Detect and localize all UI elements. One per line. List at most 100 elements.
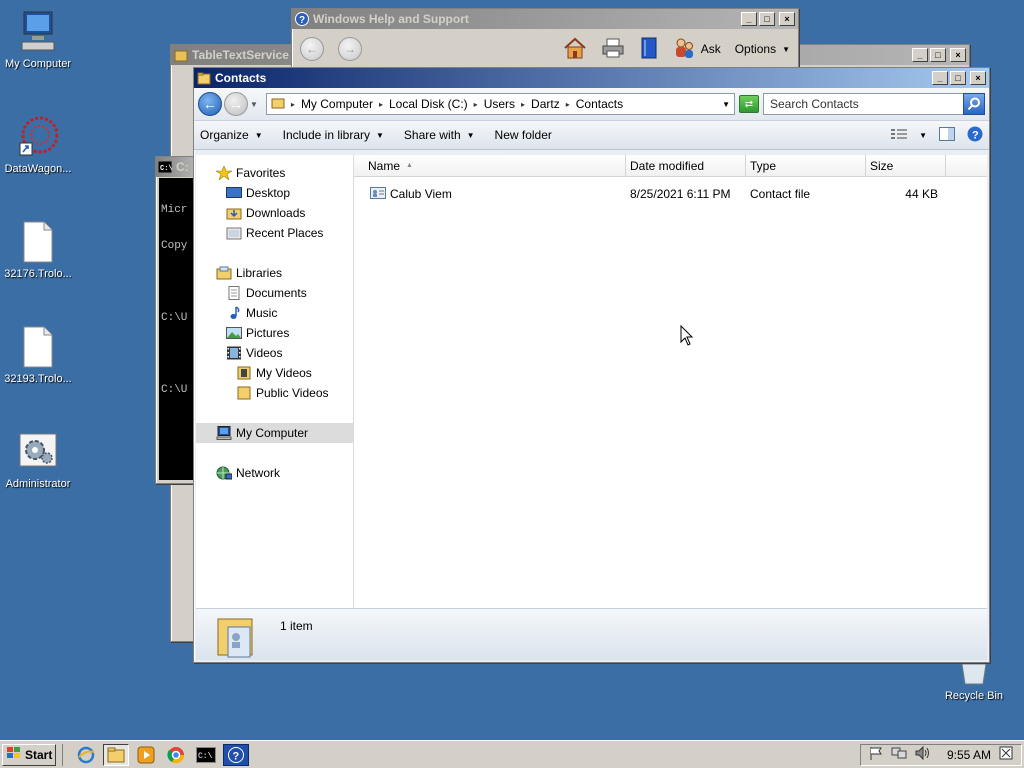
recent-pages-dropdown[interactable]: ▼	[250, 100, 258, 109]
include-in-library-button[interactable]: Include in library ▼	[283, 128, 384, 142]
address-history-dropdown[interactable]: ▼	[722, 100, 730, 109]
breadcrumb-my-computer[interactable]: My Computer	[301, 97, 373, 111]
network-tray-icon[interactable]	[891, 746, 907, 763]
nav-pictures[interactable]: Pictures	[196, 323, 353, 343]
new-folder-button[interactable]: New folder	[495, 128, 552, 142]
chevron-right-icon[interactable]: ▸	[379, 100, 383, 109]
explorer-titlebar[interactable]: Contacts _ □ ×	[194, 68, 989, 88]
command-prompt-titlebar[interactable]: C:\ C:	[156, 157, 196, 177]
command-prompt-taskbar-icon[interactable]: C:\	[193, 744, 219, 766]
back-button[interactable]: ←	[198, 92, 222, 116]
organize-button[interactable]: Organize ▼	[200, 128, 263, 142]
nav-desktop[interactable]: Desktop	[196, 183, 353, 203]
chevron-right-icon[interactable]: ▸	[566, 100, 570, 109]
address-bar[interactable]: ▸ My Computer ▸ Local Disk (C:) ▸ Users …	[265, 93, 735, 115]
window-title: Contacts	[215, 71, 267, 85]
internet-explorer-icon[interactable]	[73, 744, 99, 766]
column-header-type[interactable]: Type	[746, 154, 866, 177]
desktop-icon-recycle-bin[interactable]: Recycle Bin	[936, 662, 1012, 702]
close-button[interactable]: ×	[970, 71, 986, 85]
console-line: C:\U	[161, 312, 188, 324]
help-icon[interactable]: ?	[967, 126, 983, 145]
nav-recent-places[interactable]: Recent Places	[196, 223, 353, 243]
desktop-icon-file-32176[interactable]: 32176.Trolo...	[0, 220, 76, 280]
datawagon-shortcut-icon	[18, 115, 59, 159]
nav-libraries[interactable]: Libraries	[196, 263, 353, 283]
view-options-icon[interactable]	[891, 128, 908, 143]
contact-file-icon	[370, 186, 386, 202]
nav-downloads[interactable]: Downloads	[196, 203, 353, 223]
options-button[interactable]: Options ▼	[735, 42, 790, 56]
desktop-icon-my-computer[interactable]: My Computer	[0, 10, 76, 70]
nav-public-videos[interactable]: Public Videos	[196, 383, 353, 403]
ask-people-icon[interactable]	[673, 37, 695, 62]
explorer-taskbar-icon[interactable]	[103, 743, 129, 766]
minimize-button[interactable]: _	[932, 71, 948, 85]
help-forward-button[interactable]: →	[338, 37, 362, 61]
nav-network[interactable]: Network	[196, 463, 353, 483]
table-row[interactable]: Calub Viem 8/25/2021 6:11 PM Contact fil…	[354, 183, 987, 205]
volume-icon[interactable]	[915, 745, 931, 763]
browse-help-icon[interactable]	[639, 37, 659, 62]
column-header-date[interactable]: Date modified	[626, 154, 746, 177]
desktop-icon-datawagon[interactable]: DataWagon...	[0, 115, 76, 175]
nav-my-computer[interactable]: My Computer	[196, 423, 353, 443]
show-desktop-icon[interactable]	[999, 746, 1013, 763]
help-titlebar[interactable]: ? Windows Help and Support _ □ ×	[292, 9, 798, 29]
preview-pane-icon[interactable]	[939, 126, 955, 144]
folder-icon	[236, 386, 252, 400]
chevron-down-icon: ▼	[782, 44, 790, 54]
help-back-button[interactable]: ←	[300, 37, 324, 61]
forward-button[interactable]: →	[224, 92, 248, 116]
chevron-right-icon[interactable]: ▸	[291, 100, 295, 109]
console-output[interactable]: Micr Copy C:\U C:\U	[159, 178, 196, 480]
breadcrumb-users[interactable]: Users	[484, 97, 515, 111]
desktop-icon-label: My Computer	[4, 58, 72, 70]
nav-documents[interactable]: Documents	[196, 283, 353, 303]
printer-icon[interactable]	[601, 38, 625, 61]
desktop-icon-file-32193[interactable]: 32193.Trolo...	[0, 325, 76, 385]
start-button[interactable]: Start	[2, 743, 56, 766]
file-list-pane[interactable]: Name ▲ Date modified Type Size Calub Vie…	[354, 154, 987, 608]
blank-file-icon	[18, 220, 58, 264]
close-button[interactable]: ×	[779, 12, 795, 26]
breadcrumb-local-disk[interactable]: Local Disk (C:)	[389, 97, 468, 111]
nav-videos[interactable]: Videos	[196, 343, 353, 363]
contacts-explorer-window[interactable]: Contacts _ □ × ← → ▼ ▸ My Computer ▸ Loc…	[193, 67, 990, 663]
chrome-icon[interactable]	[163, 744, 189, 766]
ask-button[interactable]: Ask	[701, 42, 721, 56]
maximize-button[interactable]: □	[759, 12, 775, 26]
command-prompt-window[interactable]: C:\ C: Micr Copy C:\U C:\U	[155, 156, 197, 484]
column-header-size[interactable]: Size	[866, 154, 946, 177]
file-type: Contact file	[750, 187, 811, 201]
close-button[interactable]: ×	[950, 48, 966, 62]
media-player-icon[interactable]	[133, 744, 159, 766]
nav-label: Public Videos	[256, 386, 329, 400]
maximize-button[interactable]: □	[930, 48, 946, 62]
view-dropdown[interactable]: ▼	[919, 131, 927, 140]
minimize-button[interactable]: _	[741, 12, 757, 26]
breadcrumb-contacts[interactable]: Contacts	[576, 97, 623, 111]
minimize-button[interactable]: _	[912, 48, 928, 62]
share-with-button[interactable]: Share with ▼	[404, 128, 475, 142]
search-icon[interactable]	[963, 93, 985, 115]
chevron-right-icon[interactable]: ▸	[521, 100, 525, 109]
include-in-library-label: Include in library	[282, 128, 370, 142]
help-taskbar-icon[interactable]: ?	[223, 743, 249, 766]
nav-my-videos[interactable]: My Videos	[196, 363, 353, 383]
nav-favorites[interactable]: Favorites	[196, 163, 353, 183]
refresh-button[interactable]: ⇄	[739, 95, 759, 113]
clock[interactable]: 9:55 AM	[947, 748, 991, 762]
nav-music[interactable]: Music	[196, 303, 353, 323]
help-support-window[interactable]: ? Windows Help and Support _ □ × ← → Ask…	[291, 8, 799, 72]
column-header-name[interactable]: Name ▲	[354, 154, 626, 177]
desktop-icon-administrator[interactable]: Administrator	[0, 430, 76, 490]
chevron-right-icon[interactable]: ▸	[474, 100, 478, 109]
maximize-button[interactable]: □	[950, 71, 966, 85]
desktop-icon-label: 32193.Trolo...	[4, 373, 72, 385]
flag-icon[interactable]	[869, 746, 883, 763]
help-home-icon[interactable]	[563, 37, 587, 62]
breadcrumb-dartz[interactable]: Dartz	[531, 97, 560, 111]
search-input[interactable]: Search Contacts	[763, 93, 985, 115]
navigation-pane[interactable]: Favorites Desktop Downloads Recent Place…	[196, 155, 354, 608]
